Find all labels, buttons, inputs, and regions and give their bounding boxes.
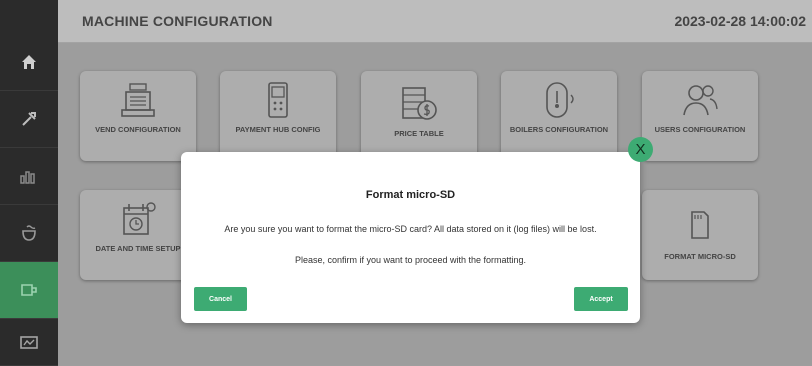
calendar-clock-icon	[123, 202, 156, 235]
price-table-icon	[402, 87, 437, 120]
payment-terminal-icon	[268, 82, 288, 118]
sidebar-item-statistics[interactable]	[0, 148, 58, 205]
machine-icon	[20, 336, 38, 349]
format-dialog: Format micro-SD Are you sure you want to…	[181, 152, 640, 323]
sidebar-item-tools[interactable]	[0, 91, 58, 148]
tools-icon	[22, 112, 36, 126]
page-title: MACHINE CONFIGURATION	[82, 13, 273, 29]
payment-hub-config-card[interactable]: PAYMENT HUB CONFIG	[220, 71, 336, 161]
header: MACHINE CONFIGURATION 2023-02-28 14:00:0…	[58, 0, 812, 43]
cancel-button[interactable]: Cancel	[194, 287, 247, 311]
dialog-title: Format micro-SD	[365, 189, 456, 201]
sidebar-item-home[interactable]	[0, 34, 58, 91]
sidebar-item-configuration[interactable]	[0, 262, 58, 319]
micro-sd-icon	[691, 211, 709, 239]
vend-configuration-card[interactable]: VEND CONFIGURATION	[80, 71, 196, 161]
sidebar-item-cleaning[interactable]	[0, 205, 58, 262]
card-label: VEND CONFIGURATION	[95, 125, 181, 134]
cleaning-icon	[22, 225, 36, 241]
sidebar	[0, 0, 59, 366]
close-icon: X	[635, 141, 646, 158]
datetime-display: 2023-02-28 14:00:02	[674, 13, 806, 29]
statistics-icon	[20, 171, 35, 184]
boiler-icon	[546, 82, 574, 118]
price-table-card[interactable]: PRICE TABLE	[361, 71, 477, 161]
card-label: DATE AND TIME SETUP	[95, 244, 181, 253]
boilers-configuration-card[interactable]: BOILERS CONFIGURATION	[501, 71, 617, 161]
accept-button[interactable]: Accept	[574, 287, 628, 311]
sidebar-item-machine[interactable]	[0, 319, 58, 366]
dialog-message: Are you sure you want to format the micr…	[224, 224, 597, 234]
card-label: FORMAT MICRO-SD	[664, 252, 736, 261]
card-label: PAYMENT HUB CONFIG	[235, 125, 321, 134]
card-label: USERS CONFIGURATION	[654, 125, 746, 134]
card-label: BOILERS CONFIGURATION	[509, 125, 609, 134]
home-icon	[22, 55, 36, 69]
cash-register-icon	[121, 83, 155, 117]
card-label: PRICE TABLE	[394, 129, 444, 138]
users-icon	[683, 85, 718, 116]
format-micro-sd-card[interactable]: FORMAT MICRO-SD	[642, 190, 758, 280]
configuration-icon	[21, 284, 37, 296]
close-dialog-button[interactable]: X	[628, 137, 653, 162]
dialog-confirm-text: Please, confirm if you want to proceed w…	[294, 255, 527, 265]
users-configuration-card[interactable]: USERS CONFIGURATION	[642, 71, 758, 161]
date-and-time-setup-card[interactable]: DATE AND TIME SETUP	[80, 190, 196, 280]
